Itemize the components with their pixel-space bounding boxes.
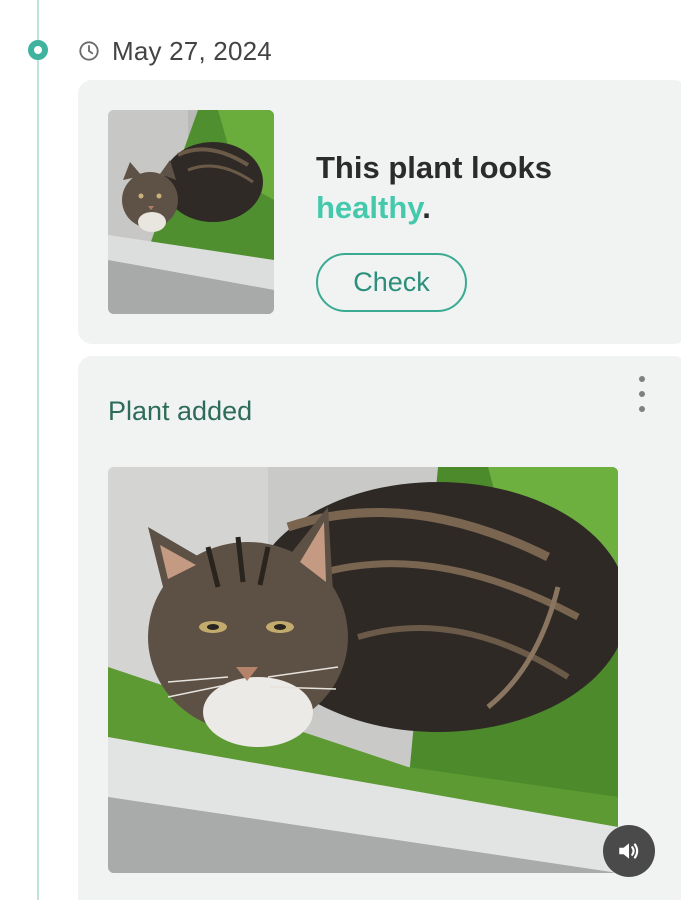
health-status-card: This plant looks healthy. Check [78, 80, 681, 344]
sound-toggle-button[interactable] [603, 825, 655, 877]
more-vertical-icon-dot [639, 376, 645, 382]
check-button[interactable]: Check [316, 253, 467, 312]
health-message-suffix: . [422, 190, 431, 225]
date-row: May 27, 2024 [78, 34, 272, 68]
plant-timeline-page: May 27, 2024 This plant looks healthy. C… [0, 0, 681, 900]
more-options-button[interactable] [630, 376, 654, 412]
more-vertical-icon-dot [639, 406, 645, 412]
plant-added-title: Plant added [108, 396, 253, 426]
timeline-dot [28, 40, 48, 60]
plant-added-card: Plant added [78, 356, 681, 900]
plant-thumbnail[interactable] [108, 110, 274, 314]
clock-icon [79, 41, 99, 61]
volume-icon [619, 843, 639, 859]
health-status-word: healthy [316, 190, 423, 225]
cat-photo-image [108, 467, 618, 873]
more-vertical-icon-dot [639, 391, 645, 397]
timeline-date: May 27, 2024 [112, 35, 272, 66]
health-status-message: This plant looks healthy. [316, 148, 636, 228]
timeline-line [37, 0, 39, 900]
cat-thumbnail-image [108, 110, 274, 314]
plant-photo[interactable] [108, 467, 618, 873]
health-message-prefix: This plant looks [316, 150, 552, 185]
